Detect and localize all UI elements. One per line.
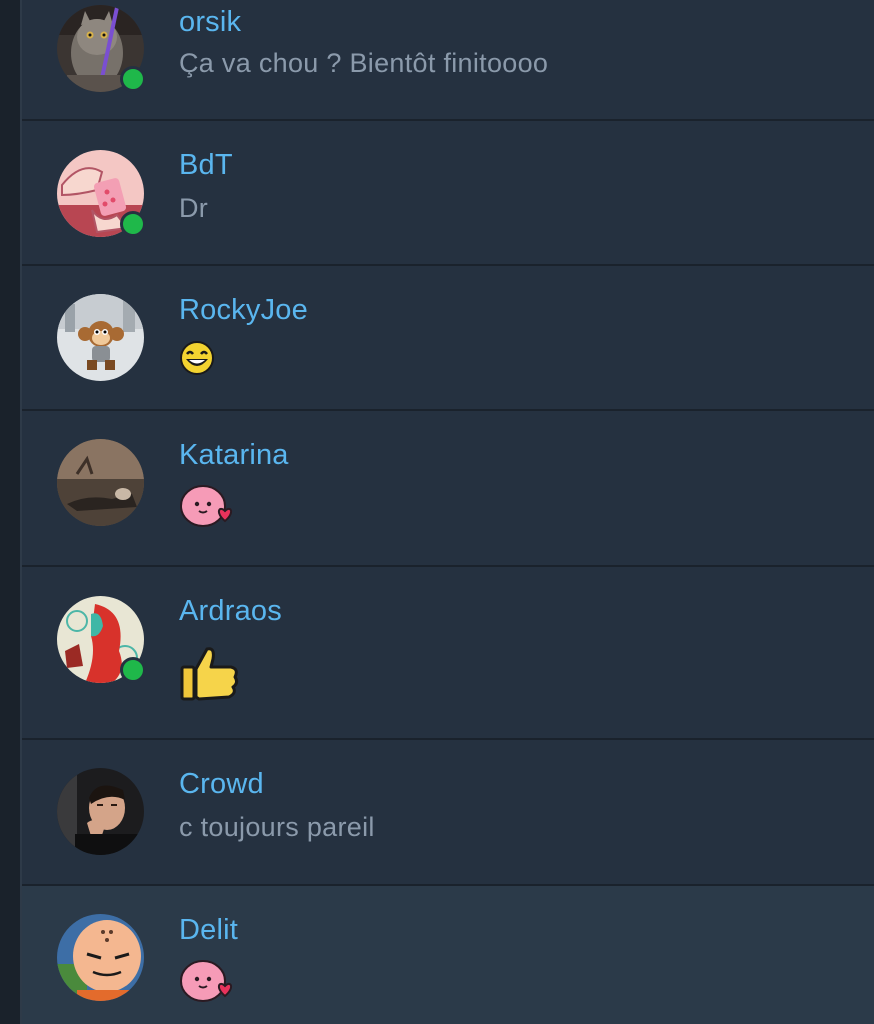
contact-name: RockyJoe	[179, 294, 308, 326]
conversation-row-bdt[interactable]: BdT Dr	[22, 121, 874, 266]
online-indicator	[120, 211, 146, 237]
pink-blob-heart-sticker	[179, 483, 241, 534]
last-message: Ça va chou ? Bientôt finitoooo	[179, 48, 549, 78]
contact-name: Katarina	[179, 439, 289, 471]
avatar	[57, 439, 144, 526]
avatar	[57, 914, 144, 1001]
last-message: c toujours pareil	[179, 812, 375, 842]
bald-cartoon-avatar	[57, 914, 144, 1001]
avatar	[57, 768, 144, 855]
chat-list-screen: orsik Ça va chou ? Bientôt finitoooo BdT…	[0, 0, 874, 1024]
lying-person-avatar	[57, 439, 144, 526]
man-thinking-avatar	[57, 768, 144, 855]
conversation-list: orsik Ça va chou ? Bientôt finitoooo BdT…	[22, 0, 874, 1024]
conversation-row-crowd[interactable]: Crowd c toujours pareil	[22, 740, 874, 886]
left-rail	[0, 0, 22, 1024]
contact-name: orsik	[179, 6, 242, 38]
conversation-row-rockyjoe[interactable]: RockyJoe	[22, 266, 874, 411]
pink-blob-heart-sticker	[179, 958, 241, 1009]
conversation-row-delit[interactable]: Delit	[22, 886, 874, 1024]
conversation-row-katarina[interactable]: Katarina	[22, 411, 874, 567]
last-message: Dr	[179, 193, 209, 223]
contact-name: Delit	[179, 914, 239, 946]
contact-name: Crowd	[179, 768, 264, 800]
avatar	[57, 150, 146, 237]
conversation-row-orsik[interactable]: orsik Ça va chou ? Bientôt finitoooo	[22, 0, 874, 121]
thumbs-up-emoji	[179, 641, 241, 708]
monkey-avatar	[57, 294, 144, 381]
avatar	[57, 5, 146, 92]
laughing-emoji	[179, 340, 215, 381]
online-indicator	[120, 657, 146, 683]
conversation-row-ardraos[interactable]: Ardraos	[22, 567, 874, 740]
online-indicator	[120, 66, 146, 92]
contact-name: BdT	[179, 149, 233, 181]
avatar	[57, 294, 144, 381]
contact-name: Ardraos	[179, 595, 282, 627]
avatar	[57, 596, 146, 683]
